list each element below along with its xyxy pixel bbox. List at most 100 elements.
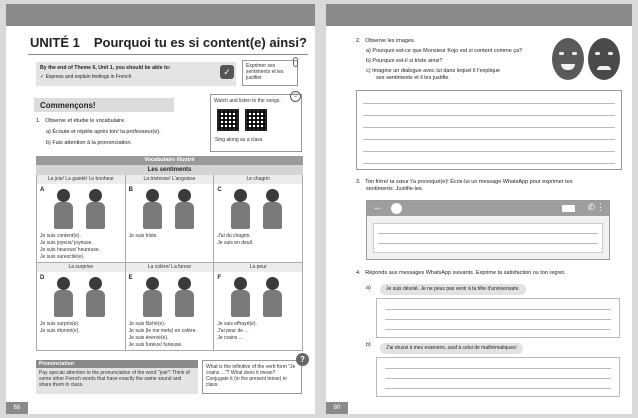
message-bubble-a: Je suis désolé. Je ne peux pas venir à t… xyxy=(380,284,526,295)
cell-label: La joie/ La gaieté/ Le bonheur xyxy=(37,175,125,184)
cell-line: Je suis fâché(e). xyxy=(128,321,166,327)
page-header-band xyxy=(6,4,315,26)
question-2a: a) Pourquoi est-ce que Monsieur Kojo est… xyxy=(366,48,523,54)
watch-caption: Sing along as a class. xyxy=(215,137,264,143)
exercise-b: b) Fais attention à la prononciation. xyxy=(46,140,132,146)
illustration xyxy=(228,275,288,317)
cell-line: Je suis énervé(e). xyxy=(128,335,169,341)
cell-line: Je suis furieux/ furieuse. xyxy=(128,342,183,348)
exercise-instruction: Observe et étudie le vocabulaire. xyxy=(45,118,126,124)
message-area[interactable] xyxy=(373,223,603,253)
title-rule xyxy=(28,54,308,55)
question-4: 4. Réponds aux messages WhatsApp suivant… xyxy=(356,270,565,277)
vocab-cell-d: La surprise D Je suis surpris(e). Je sui… xyxy=(37,263,126,351)
cell-text: Je suis effrayé(e). J'ai peur de ... Je … xyxy=(217,321,257,342)
item-label-a: a) xyxy=(366,285,371,291)
illustration xyxy=(140,275,200,317)
objectives-box: By the end of Theme 6, Unit 1, you shoul… xyxy=(36,62,236,86)
cell-line: Je suis triste. xyxy=(128,233,158,239)
video-call-icon[interactable] xyxy=(562,205,575,212)
question-2: 2. Observe les images. xyxy=(356,38,415,45)
cell-letter: E xyxy=(128,275,133,281)
exercise-number: 1. xyxy=(36,118,41,124)
cell-text: Je suis fâché(e). Je suis (le me mets) e… xyxy=(129,321,197,349)
menu-icon[interactable]: ⋮ xyxy=(596,202,605,213)
right-page: 2. Observe les images. a) Pourquoi est-c… xyxy=(326,4,632,414)
side-note: Exprimer ses sentiments et les justifier xyxy=(242,60,298,86)
sad-face-photo xyxy=(588,38,620,80)
question-3: 3. Ton frère/ ta sœur t'a provoqué(e)! É… xyxy=(356,179,572,186)
page-header-band xyxy=(326,4,632,26)
cell-label: La colère/ La fureur xyxy=(125,263,214,272)
question-instruction: Réponds aux messages WhatsApp suivants. … xyxy=(365,270,566,276)
answer-area-4b[interactable] xyxy=(376,357,620,397)
pronunciation-box: Prononciation Pay special attention to t… xyxy=(36,360,198,394)
cell-letter: D xyxy=(40,275,45,281)
question-number: 2. xyxy=(356,38,361,44)
unit-label: UNITÉ 1 xyxy=(30,35,80,50)
cell-letter: B xyxy=(128,187,133,193)
cell-text: Je suis surpris(e). Je suis étonné(e). xyxy=(40,321,80,335)
cell-label: La peur xyxy=(214,263,302,272)
vocabulary-panel: Vocabulaire illustré Les sentiments La j… xyxy=(36,156,303,351)
infinitive-box: What is the infinitive of the verb form … xyxy=(202,360,302,394)
qr-code-icon[interactable] xyxy=(217,109,239,131)
avatar xyxy=(391,203,402,214)
cell-line: Je suis surpris(e). xyxy=(40,321,80,327)
vocab-cell-c: Le chagrin C J'ai du chagrin. Je suis en… xyxy=(214,175,303,263)
page-number: 80 xyxy=(326,402,348,414)
pronunciation-title: Prononciation xyxy=(36,360,198,368)
cell-line: Je suis étonné(e). xyxy=(40,328,80,334)
cell-line: Je suis heureux/ heureuse. xyxy=(40,247,101,253)
vocab-cell-e: La colère/ La fureur E Je suis fâché(e).… xyxy=(125,263,215,351)
item-label-b: b) xyxy=(366,342,371,348)
qr-code-icon[interactable] xyxy=(245,109,267,131)
whatsapp-mockup: ← ✆ ⋮ xyxy=(366,200,610,260)
cell-text: Je suis triste. xyxy=(129,233,158,240)
whatsapp-header: ← ✆ ⋮ xyxy=(367,201,609,216)
pronunciation-body: Pay special attention to the pronunciati… xyxy=(39,370,190,388)
question-3-cont: sentiments. Justifie-les. xyxy=(366,186,424,192)
objectives-heading: By the end of Theme 6, Unit 1, you shoul… xyxy=(40,65,171,71)
illustration xyxy=(51,275,111,317)
page-number: 68 xyxy=(6,402,28,414)
vocab-cell-a: La joie/ La gaieté/ Le bonheur A Je suis… xyxy=(37,175,126,263)
vocab-cell-b: La tristesse/ L'angoisse B Je suis trist… xyxy=(125,175,215,263)
back-arrow-icon[interactable]: ← xyxy=(373,202,383,213)
question-icon: ? xyxy=(296,353,309,366)
smile-icon: ☺ xyxy=(290,91,301,102)
happy-face-photo xyxy=(552,38,584,80)
cell-line: Je crains ... xyxy=(217,335,243,341)
illustration xyxy=(228,187,288,229)
answer-area-4a[interactable] xyxy=(376,298,620,338)
cell-line: Je suis content(e). xyxy=(40,233,81,239)
cell-label: La tristesse/ L'angoisse xyxy=(125,175,214,184)
illustration xyxy=(140,187,200,229)
question-number: 4. xyxy=(356,270,361,276)
vocab-header: Vocabulaire illustré xyxy=(36,156,303,165)
exercise-1: 1. Observe et étudie le vocabulaire. xyxy=(36,118,126,124)
cell-text: J'ai du chagrin. Je suis en deuil. xyxy=(217,233,253,247)
answer-area-2[interactable] xyxy=(356,90,622,170)
left-page: UNITÉ 1 Pourquoi tu es si content(e) ains… xyxy=(6,4,315,414)
vocab-grid: La joie/ La gaieté/ Le bonheur A Je suis… xyxy=(36,175,303,351)
cell-letter: A xyxy=(40,187,45,193)
vocab-cell-f: La peur F Je suis effrayé(e). J'ai peur … xyxy=(214,263,303,351)
exercise-a: a) Écoute et répète après ton/ ta profes… xyxy=(46,129,161,135)
cell-line: Je suis effrayé(e). xyxy=(217,321,257,327)
cell-line: Je suis en deuil. xyxy=(217,240,254,246)
objectives-item: ✓ Express and explain feelings in French xyxy=(40,74,132,80)
cell-line: J'ai du chagrin. xyxy=(217,233,251,239)
cell-label: La surprise xyxy=(37,263,125,272)
section-title: Commençons! xyxy=(34,98,174,112)
checklist-icon: ✓ xyxy=(220,65,234,79)
vocab-subheader: Les sentiments xyxy=(36,165,303,175)
cell-line: Je suis (le me mets) en colère. xyxy=(128,328,197,334)
watch-box: Watch and listen to the songs. Sing alon… xyxy=(210,94,302,152)
cell-line: J'ai peur de ... xyxy=(217,328,249,334)
illustration xyxy=(51,187,111,229)
phone-icon[interactable]: ✆ xyxy=(587,202,595,213)
unit-title: Pourquoi tu es si content(e) ainsi? xyxy=(93,35,307,50)
question-2c-cont: ses sentiments et il les justifie. xyxy=(376,75,450,81)
cell-letter: F xyxy=(217,275,221,281)
